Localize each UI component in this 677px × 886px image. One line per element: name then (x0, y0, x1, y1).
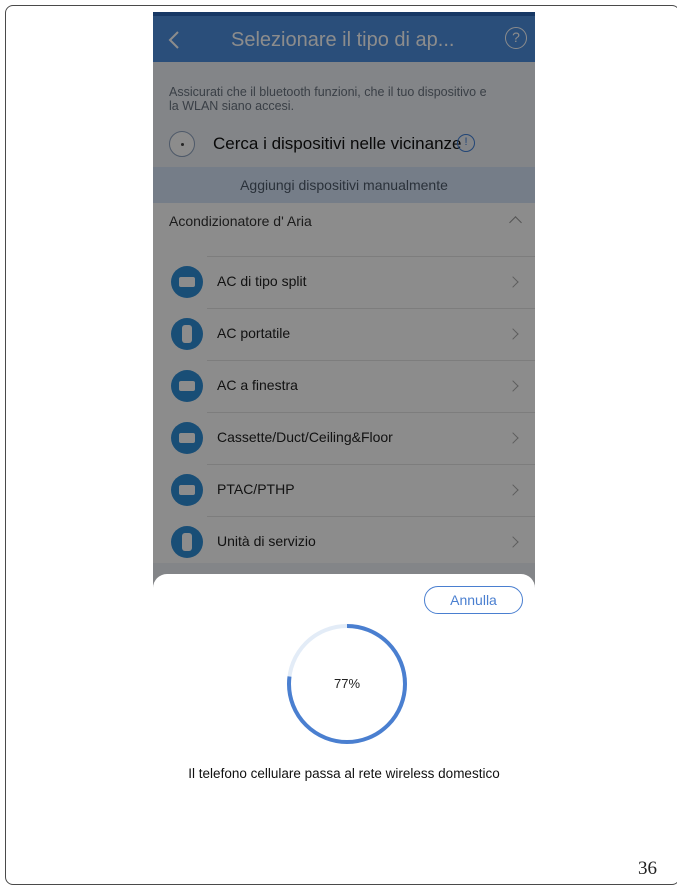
status-message: Il telefono cellulare passa al rete wire… (188, 766, 500, 781)
progress-percent: 77% (333, 676, 361, 691)
page-number: 36 (638, 858, 657, 879)
cancel-button[interactable]: Annulla (424, 586, 523, 614)
progress-bottom-sheet: Annulla 77% Il telefono cellulare passa … (153, 574, 535, 880)
phone-screen: Selezionare il tipo di ap... ? Assicurat… (153, 12, 535, 880)
